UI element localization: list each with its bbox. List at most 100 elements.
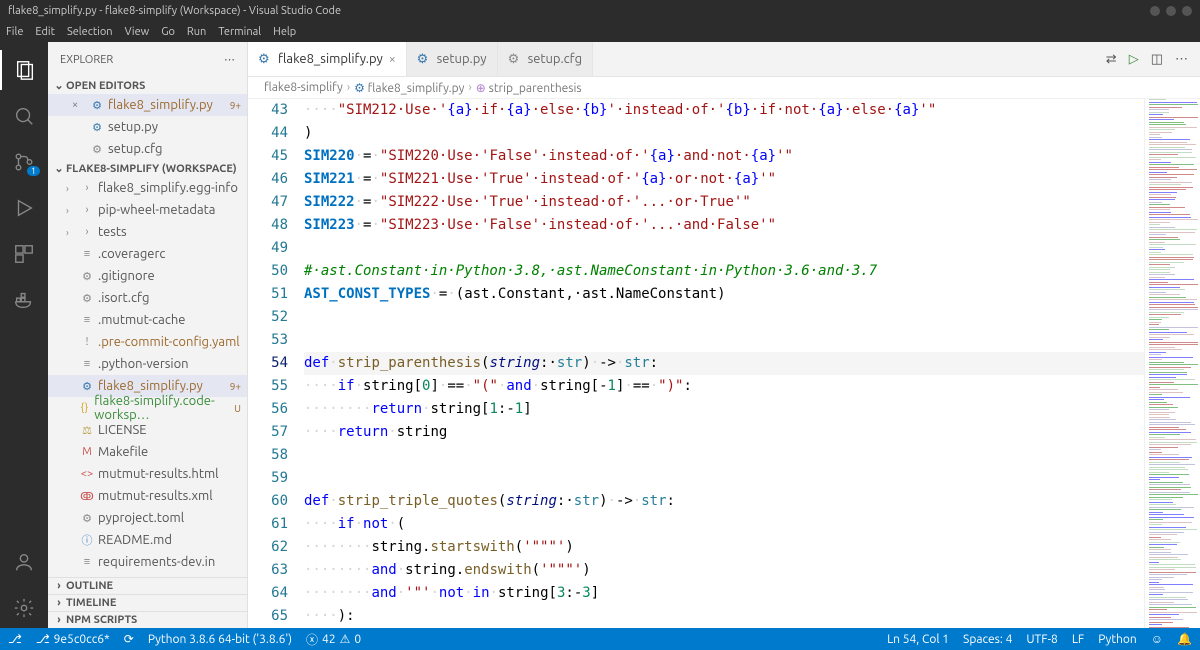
file-item[interactable]: <>mutmut-results.html bbox=[48, 463, 247, 485]
open-editor-item[interactable]: ⚙setup.py bbox=[48, 116, 247, 138]
search-icon[interactable] bbox=[0, 96, 48, 136]
file-item[interactable]: MMakefile bbox=[48, 441, 247, 463]
status-badge: 9+ bbox=[230, 381, 241, 392]
more-icon[interactable]: ⋯ bbox=[1175, 52, 1188, 67]
file-item[interactable]: ⚙.isort.cfg bbox=[48, 287, 247, 309]
editor-tabs: ⚙flake8_simplify.py×⚙setup.py⚙setup.cfg ⇄… bbox=[248, 42, 1200, 77]
file-item[interactable]: ↂmutmut-results.xml bbox=[48, 485, 247, 507]
settings-icon[interactable] bbox=[0, 588, 48, 628]
eol[interactable]: LF bbox=[1072, 633, 1084, 646]
menu-selection[interactable]: Selection bbox=[67, 26, 113, 38]
breadcrumb-item[interactable]: ⊕ strip_parenthesis bbox=[476, 81, 582, 95]
python-env[interactable]: Python 3.8.6 64-bit ('3.8.6') bbox=[148, 633, 292, 646]
open-editors-header[interactable]: ⌄ OPEN EDITORS bbox=[48, 77, 247, 94]
section-timeline[interactable]: ›TIMELINE bbox=[48, 594, 247, 611]
file-item[interactable]: ≡requirements-dev.in bbox=[48, 551, 247, 573]
menu-run[interactable]: Run bbox=[187, 26, 206, 38]
menu-help[interactable]: Help bbox=[273, 26, 296, 38]
tab-flake8_simplify-py[interactable]: ⚙flake8_simplify.py× bbox=[248, 42, 407, 76]
file-item[interactable]: ≡.coveragerc bbox=[48, 243, 247, 265]
code-content[interactable]: ····"SIM212·Use·'{a}·if·{a}·else·{b}'·in… bbox=[304, 99, 1144, 628]
file-item[interactable]: ⚖LICENSE bbox=[48, 419, 247, 441]
minimize-button[interactable] bbox=[1150, 6, 1160, 16]
chevron-right-icon: › bbox=[52, 614, 66, 626]
xml-icon: ↂ bbox=[80, 489, 94, 503]
menu-go[interactable]: Go bbox=[161, 26, 175, 38]
open-editor-item[interactable]: ×⚙flake8_simplify.py9+ bbox=[48, 94, 247, 116]
window-title: flake8_simplify.py - flake8-simplify (Wo… bbox=[8, 5, 1150, 17]
txt-icon: ≡ bbox=[80, 247, 94, 261]
file-item[interactable]: ≡requirements-dev.txt bbox=[48, 573, 247, 577]
txt-icon: ≡ bbox=[80, 555, 94, 569]
section-npm-scripts[interactable]: ›NPM SCRIPTS bbox=[48, 611, 247, 628]
file-item[interactable]: ⓘREADME.md bbox=[48, 529, 247, 551]
editor-body[interactable]: 4344454647484950515253545556575859606162… bbox=[248, 99, 1200, 628]
chevron-right-icon: › bbox=[66, 227, 76, 238]
chevron-right-icon: › bbox=[52, 580, 66, 592]
breadcrumb-item[interactable]: ⚙ flake8_simplify.py bbox=[354, 81, 464, 95]
file-item[interactable]: {}flake8-simplify.code-worksp…U bbox=[48, 397, 247, 419]
problems[interactable]: ⓧ 42 ⚠ 0 bbox=[306, 631, 361, 648]
minimap[interactable] bbox=[1144, 99, 1200, 628]
txt-icon: ≡ bbox=[80, 357, 94, 371]
explorer-icon[interactable] bbox=[0, 50, 48, 90]
feedback-icon[interactable]: ☺ bbox=[1151, 632, 1163, 646]
scm-badge: 1 bbox=[27, 166, 40, 176]
encoding[interactable]: UTF-8 bbox=[1026, 633, 1057, 646]
menu-file[interactable]: File bbox=[6, 26, 23, 38]
gear-icon: ⚙ bbox=[90, 142, 104, 156]
tab-setup-py[interactable]: ⚙setup.py bbox=[407, 42, 498, 76]
gear-icon: ⚙ bbox=[80, 511, 94, 525]
modified-badge: 9+ bbox=[230, 100, 241, 111]
sidebar: EXPLORER ⋯ ⌄ OPEN EDITORS ×⚙flake8_simpl… bbox=[48, 42, 248, 628]
breadcrumbs[interactable]: flake8-simplify›⚙ flake8_simplify.py›⊕ s… bbox=[248, 77, 1200, 99]
section-outline[interactable]: ›OUTLINE bbox=[48, 577, 247, 594]
folder-item[interactable]: ››flake8_simplify.egg-info bbox=[48, 177, 247, 199]
file-item[interactable]: ⚙pyproject.toml bbox=[48, 507, 247, 529]
compare-icon[interactable]: ⇄ bbox=[1106, 52, 1117, 67]
file-item[interactable]: ⚙.gitignore bbox=[48, 265, 247, 287]
docker-icon[interactable] bbox=[0, 280, 48, 320]
run-debug-icon[interactable] bbox=[0, 188, 48, 228]
indentation[interactable]: Spaces: 4 bbox=[963, 633, 1012, 646]
gear-icon: ⚙ bbox=[80, 269, 94, 283]
run-icon[interactable]: ▷ bbox=[1129, 52, 1139, 67]
md-icon: ⓘ bbox=[80, 533, 94, 547]
file-item[interactable]: ≡.mutmut-cache bbox=[48, 309, 247, 331]
language-mode[interactable]: Python bbox=[1098, 633, 1137, 646]
account-icon[interactable] bbox=[0, 542, 48, 582]
split-icon[interactable]: ◫ bbox=[1151, 52, 1163, 67]
py-icon: ⚙ bbox=[258, 52, 272, 67]
file-item[interactable]: ≡.python-version bbox=[48, 353, 247, 375]
line-gutter: 4344454647484950515253545556575859606162… bbox=[248, 99, 304, 628]
chevron-down-icon: ⌄ bbox=[52, 79, 66, 92]
menu-terminal[interactable]: Terminal bbox=[218, 26, 261, 38]
folder-item[interactable]: ››pip-wheel-metadata bbox=[48, 199, 247, 221]
close-icon[interactable]: × bbox=[72, 99, 86, 111]
source-control-icon[interactable]: 1 bbox=[0, 142, 48, 182]
lic-icon: ⚖ bbox=[80, 423, 94, 437]
remote-indicator[interactable]: ⎇ bbox=[8, 632, 22, 646]
tab-setup-cfg[interactable]: ⚙setup.cfg bbox=[498, 42, 594, 76]
sync-icon[interactable]: ⟳ bbox=[124, 632, 134, 646]
folder-item[interactable]: ››tests bbox=[48, 221, 247, 243]
workspace-header[interactable]: ⌄ FLAKE8-SIMPLIFY (WORKSPACE) bbox=[48, 160, 247, 177]
html-icon: <> bbox=[80, 467, 94, 481]
maximize-button[interactable] bbox=[1166, 6, 1176, 16]
statusbar: ⎇ ⎇ 9e5c0cc6* ⟳ Python 3.8.6 64-bit ('3.… bbox=[0, 628, 1200, 650]
notifications-icon[interactable]: 🔔 bbox=[1177, 632, 1192, 646]
status-badge: U bbox=[234, 403, 241, 414]
cursor-position[interactable]: Ln 54, Col 1 bbox=[887, 633, 949, 646]
git-branch[interactable]: ⎇ 9e5c0cc6* bbox=[36, 632, 110, 646]
extensions-icon[interactable] bbox=[0, 234, 48, 274]
file-item[interactable]: !.pre-commit-config.yaml bbox=[48, 331, 247, 353]
titlebar: flake8_simplify.py - flake8-simplify (Wo… bbox=[0, 0, 1200, 22]
sidebar-more-icon[interactable]: ⋯ bbox=[224, 53, 235, 66]
chevron-right-icon: › bbox=[66, 205, 76, 216]
breadcrumb-item[interactable]: flake8-simplify bbox=[264, 81, 343, 94]
menu-edit[interactable]: Edit bbox=[35, 26, 55, 38]
close-button[interactable] bbox=[1182, 6, 1192, 16]
menu-view[interactable]: View bbox=[125, 26, 150, 38]
open-editor-item[interactable]: ⚙setup.cfg bbox=[48, 138, 247, 160]
close-icon[interactable]: × bbox=[389, 53, 396, 66]
